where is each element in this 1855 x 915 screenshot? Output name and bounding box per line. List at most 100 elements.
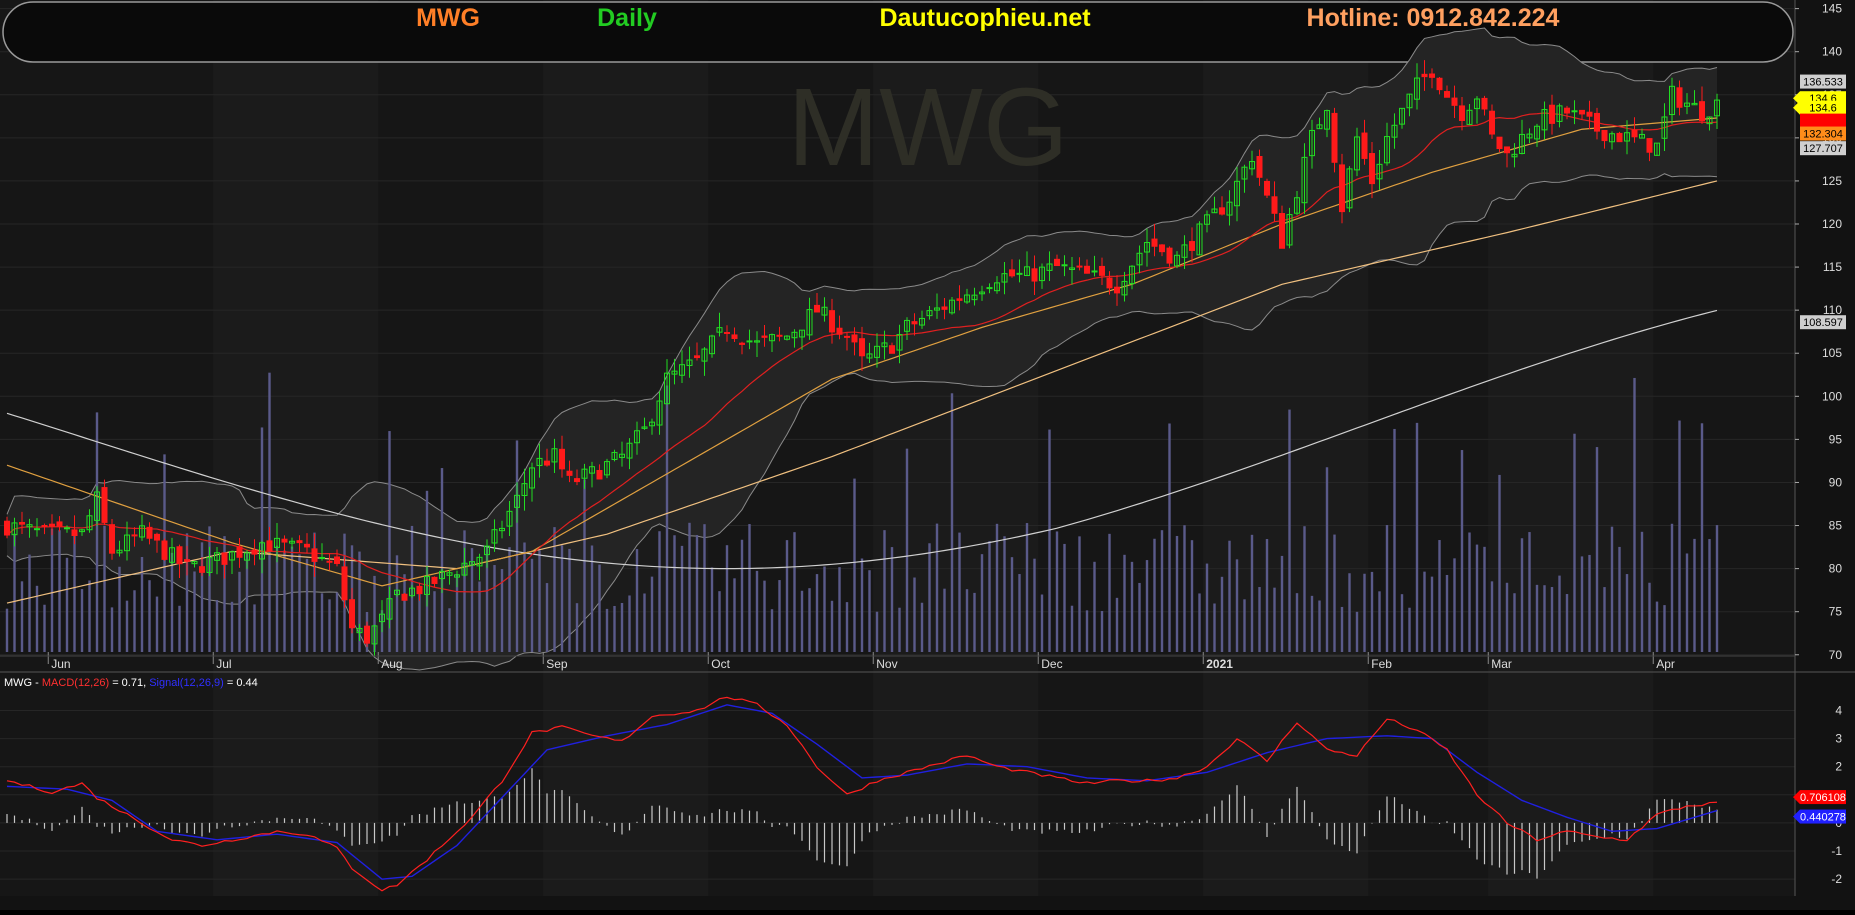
candle-body [1429,73,1435,78]
candle-body [161,540,168,560]
volume-bar [770,609,774,652]
candle-body [1631,129,1638,138]
volume-bar [1273,587,1276,652]
volume-bar [1340,606,1344,652]
volume-bar [1453,558,1456,652]
candle-body [41,524,48,527]
candle-body [19,521,25,525]
volume-bar [815,574,819,652]
volume-bar [920,602,924,652]
macd-legend-sep: - [32,677,42,689]
volume-bar [785,540,789,652]
candle-body [184,559,190,562]
candle-body [1084,265,1090,274]
volume-bar [673,535,676,652]
price-tag: 108.597 [1800,315,1846,330]
volume-bar [845,602,849,652]
candle-body [761,335,768,338]
volume-bar [1483,546,1486,652]
volume-bar [1408,607,1411,652]
volume-bar [43,604,46,652]
volume-bar [1475,544,1479,652]
price-tag: 127.707 [1800,141,1846,156]
date-tick-label: Dec [1041,657,1062,671]
candle-body [836,327,843,335]
volume-bar [290,546,294,652]
volume-bar [538,550,541,652]
volume-bar [1430,576,1434,652]
price-tick-label: 125 [1822,174,1842,188]
candle-body [236,546,243,558]
candle-body [1189,241,1195,251]
volume-bar [695,535,699,652]
volume-bar [748,524,751,652]
volume-bar [1550,587,1554,652]
price-tick-label: 110 [1823,303,1842,317]
volume-bar [1100,611,1104,652]
volume-bar [1640,531,1644,652]
volume-bar [853,478,856,652]
volume-bar [688,522,691,652]
macd-tick-label: 4 [1835,703,1842,717]
volume-bar [1573,433,1576,652]
volume-bar [133,590,136,652]
candle-body [131,534,138,537]
volume-bar [1025,523,1029,652]
candle-body [911,321,918,325]
price-tag-label: 134.6 [1809,103,1837,115]
volume-bar [1528,532,1531,652]
volume-bar [1220,576,1224,652]
candle-body [1646,138,1653,153]
volume-bar [523,542,526,652]
price-tick-label: 95 [1829,432,1843,446]
candle-body [341,566,348,601]
candle-body [1264,180,1270,196]
volume-bar [890,547,894,652]
volume-bar [710,567,714,652]
volume-bar [740,539,744,652]
volume-bar [1700,423,1704,652]
volume-bar [650,576,654,652]
volume-bar [733,578,736,652]
volume-bar [1385,525,1389,652]
volume-bar [1070,605,1074,652]
candle-body [401,593,408,601]
volume-bar [1078,536,1081,652]
price-tag-label: 108.597 [1803,317,1843,329]
header-period: Daily [597,4,657,32]
volume-bar [620,602,624,652]
month-band [1203,672,1369,896]
volume-bar [1618,546,1621,652]
price-tick-label: 70 [1829,648,1843,662]
candle-body [4,520,10,536]
candle-body [34,528,40,531]
volume-bar [988,541,991,652]
candle-body [1256,156,1263,178]
volume-bar [155,596,159,652]
candle-body [1151,238,1158,247]
candle-body [146,526,153,539]
price-tick-label: 105 [1822,346,1842,360]
candle-body [1061,264,1068,267]
candle-body [851,334,858,343]
candle-body [64,527,70,530]
volume-bar [320,593,324,652]
candle-body [724,332,730,335]
macd-value-tag-label: 0.706108 [1800,792,1846,804]
candle-body [1106,277,1113,289]
candle-body [296,540,303,544]
volume-bar [950,393,954,652]
macd-tick-label: 3 [1835,732,1842,746]
candle-body [311,548,318,562]
candle-body [544,460,550,466]
volume-bar [433,591,436,652]
volume-bar [1513,593,1516,652]
candle-body [154,533,160,541]
month-band [213,672,379,896]
volume-bar [1520,538,1524,652]
price-tick-label: 80 [1829,562,1843,576]
candle-body [829,310,835,333]
candle-body [176,546,183,565]
volume-bar [1333,534,1336,652]
candle-body [739,342,745,345]
